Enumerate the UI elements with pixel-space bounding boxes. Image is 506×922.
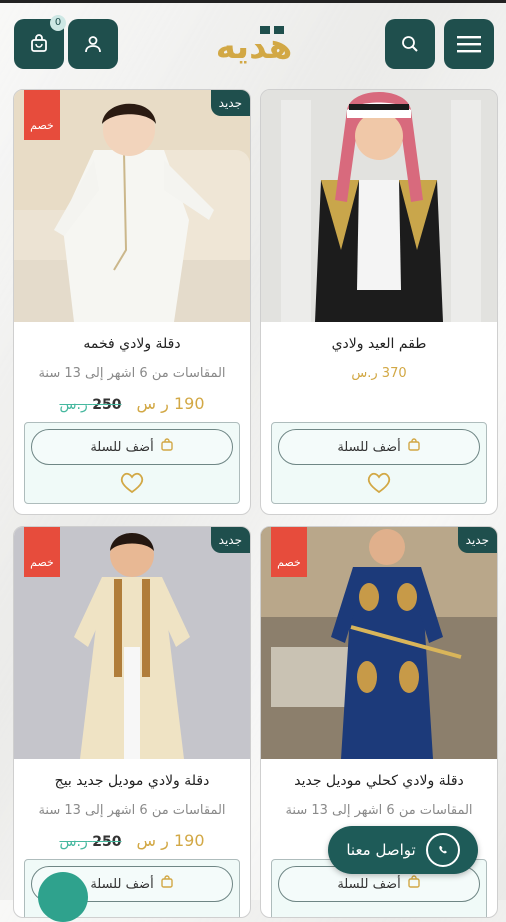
whatsapp-icon <box>425 833 460 867</box>
sale-tag: خصم <box>271 527 307 577</box>
add-to-cart-button[interactable]: أضف للسلة <box>31 429 233 465</box>
add-to-cart-label: أضف للسلة <box>90 439 154 455</box>
new-tag: جديد <box>210 527 250 553</box>
new-tag: جديد <box>457 527 497 553</box>
account-button[interactable] <box>68 19 118 69</box>
add-to-cart-button[interactable]: أضف للسلة <box>278 429 480 465</box>
top-border <box>0 0 506 3</box>
old-price: 250 ر.س <box>59 397 122 413</box>
product-title[interactable]: دقلة ولادي موديل جديد بيج <box>14 773 250 789</box>
product-subtitle: المقاسات من 6 اشهر إلى 13 سنة <box>38 803 226 818</box>
product-image[interactable]: جديد خصم <box>261 527 497 759</box>
current-price: 190 ر س <box>136 831 205 850</box>
cart-icon <box>407 875 421 893</box>
cart-count-badge: 0 <box>50 15 66 31</box>
new-tag: جديد <box>210 90 250 116</box>
whatsapp-contact-button[interactable]: تواصل معنا <box>328 826 478 874</box>
product-subtitle: 370 ر.س <box>351 366 407 381</box>
product-image[interactable] <box>261 90 497 322</box>
card-actions: أضف للسلة <box>271 422 487 504</box>
cart-icon <box>160 875 174 893</box>
sale-tag: خصم <box>24 90 60 140</box>
current-price: 190 ر س <box>136 394 205 413</box>
product-title[interactable]: طقم العيد ولادي <box>261 336 497 352</box>
cart-icon <box>407 438 421 456</box>
card-actions: أضف للسلة <box>24 422 240 504</box>
product-title[interactable]: دقلة ولادي كحلي موديل جديد <box>261 773 497 789</box>
add-to-cart-label: أضف للسلة <box>90 876 154 892</box>
old-price: 250 ر.س <box>59 834 122 850</box>
logo[interactable]: هديه <box>190 20 318 70</box>
cart-icon <box>160 438 174 456</box>
product-card[interactable]: طقم العيد ولادي 370 ر.س أضف للسلة <box>260 89 498 515</box>
product-subtitle: المقاسات من 6 اشهر إلى 13 سنة <box>38 366 226 381</box>
product-title[interactable]: دقلة ولادي فخمه <box>14 336 250 352</box>
heart-icon[interactable] <box>119 471 145 499</box>
user-icon <box>83 34 103 54</box>
add-to-cart-label: أضف للسلة <box>337 439 401 455</box>
menu-icon <box>457 34 481 54</box>
chat-fab-button[interactable] <box>38 872 88 922</box>
whatsapp-label: تواصل معنا <box>346 841 416 859</box>
price-row: 190 ر س 250 ر.س <box>14 394 250 413</box>
price-row: 190 ر س 250 ر.س <box>14 831 250 850</box>
cart-button[interactable]: 0 <box>14 15 66 69</box>
menu-button[interactable] <box>444 19 494 69</box>
product-card[interactable]: جديد خصم دقلة ولادي فخمه المقاسات من 6 ا… <box>13 89 251 515</box>
search-button[interactable] <box>385 19 435 69</box>
product-image[interactable]: جديد خصم <box>14 90 250 322</box>
product-image[interactable]: جديد خصم <box>14 527 250 759</box>
product-subtitle: المقاسات من 6 اشهر إلى 13 سنة <box>285 803 473 818</box>
sale-tag: خصم <box>24 527 60 577</box>
product-card[interactable]: جديد خصم دقلة ولادي موديل جديد بيج المقا… <box>13 526 251 918</box>
header: 0 هديه <box>0 0 506 90</box>
search-icon <box>400 34 420 54</box>
heart-icon[interactable] <box>366 471 392 499</box>
add-to-cart-label: أضف للسلة <box>337 876 401 892</box>
cart-icon <box>29 34 49 54</box>
